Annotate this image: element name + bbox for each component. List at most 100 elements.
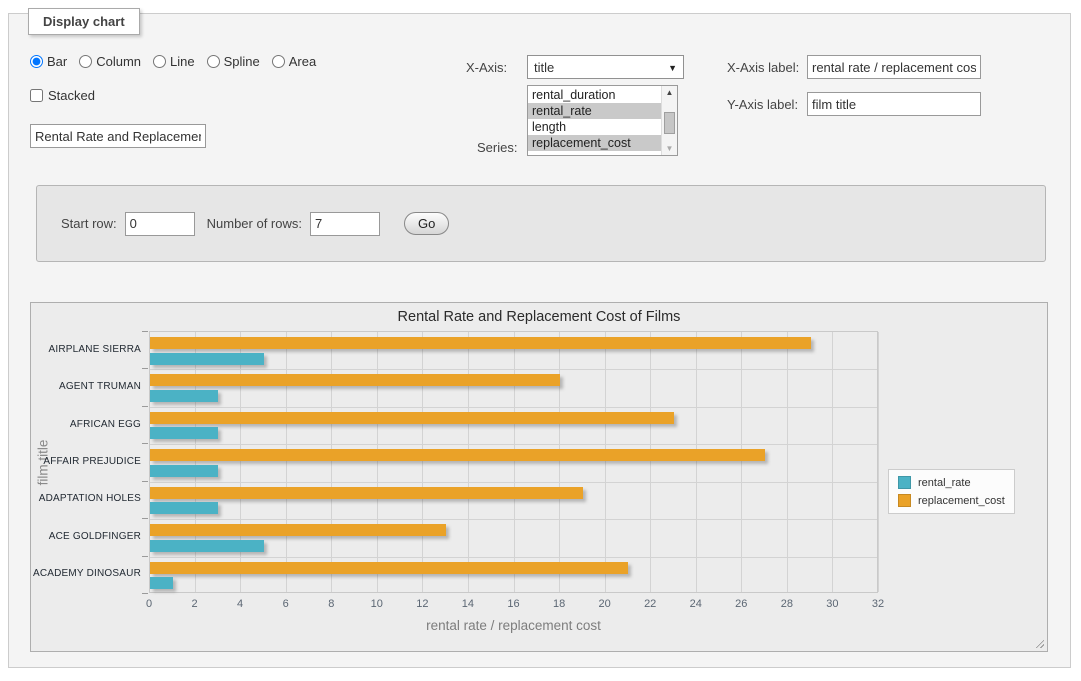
- chart-type-option-column[interactable]: Column: [79, 54, 141, 69]
- chart-type-radio-spline[interactable]: [207, 55, 220, 68]
- x-tick-label: 4: [220, 598, 260, 610]
- chart-type-option-label: Line: [170, 54, 195, 69]
- gridline: [150, 444, 877, 445]
- axis-tick: [142, 481, 148, 482]
- chart-type-radio-area[interactable]: [272, 55, 285, 68]
- stacked-checkbox[interactable]: [30, 89, 43, 102]
- x-tick-label: 24: [676, 598, 716, 610]
- chart-type-option-line[interactable]: Line: [153, 54, 195, 69]
- category-label: ADAPTATION HOLES: [31, 493, 141, 504]
- gridline: [468, 332, 469, 592]
- x-tick-label: 0: [129, 598, 169, 610]
- gridline: [150, 407, 877, 408]
- y-axis-label-input[interactable]: [807, 92, 981, 116]
- x-axis-selected-value: title: [534, 60, 554, 75]
- x-tick-label: 26: [721, 598, 761, 610]
- resize-grip-icon[interactable]: [1033, 637, 1044, 648]
- gridline: [832, 332, 833, 592]
- gridline: [878, 332, 879, 592]
- stacked-option[interactable]: Stacked: [30, 88, 95, 103]
- x-tick-label: 2: [175, 598, 215, 610]
- scroll-up-icon[interactable]: ▲: [662, 88, 677, 97]
- category-label: AIRPLANE SIERRA: [31, 344, 141, 355]
- chart-type-radio-line[interactable]: [153, 55, 166, 68]
- x-tick-label: 16: [494, 598, 534, 610]
- gridline: [422, 332, 423, 592]
- series-scrollbar[interactable]: ▲ ▼: [661, 86, 677, 155]
- x-tick-label: 30: [812, 598, 852, 610]
- chart-type-option-label: Spline: [224, 54, 260, 69]
- bar-rental_rate: [150, 390, 218, 402]
- bar-rental_rate: [150, 540, 264, 552]
- chart-type-radiogroup: Bar Column Line Spline Area: [30, 54, 324, 69]
- axis-tick: [142, 331, 148, 332]
- x-axis-select-label: X-Axis:: [466, 60, 507, 75]
- start-row-input[interactable]: [125, 212, 195, 236]
- category-label: ACADEMY DINOSAUR: [31, 568, 141, 579]
- panel-legend: Display chart: [28, 8, 140, 35]
- bar-replacement_cost: [150, 487, 583, 499]
- chart-type-option-label: Area: [289, 54, 316, 69]
- go-button[interactable]: Go: [404, 212, 449, 235]
- x-tick-label: 12: [402, 598, 442, 610]
- display-chart-page: Display chart Bar Column Line Spline Area St…: [0, 0, 1081, 681]
- chart-container: Rental Rate and Replacement Cost of Film…: [30, 302, 1048, 652]
- gridline: [605, 332, 606, 592]
- chart-type-option-spline[interactable]: Spline: [207, 54, 260, 69]
- bar-rental_rate: [150, 353, 264, 365]
- num-rows-input[interactable]: [310, 212, 380, 236]
- x-axis-select[interactable]: title ▼: [527, 55, 684, 79]
- chart-type-option-bar[interactable]: Bar: [30, 54, 67, 69]
- legend-item-rental_rate: rental_rate: [898, 476, 1005, 489]
- series-option-length[interactable]: length: [528, 119, 661, 135]
- gridline: [331, 332, 332, 592]
- legend-label: rental_rate: [918, 477, 971, 489]
- legend-swatch: [898, 494, 911, 507]
- gridline: [741, 332, 742, 592]
- gridline: [787, 332, 788, 592]
- series-option-rental_rate[interactable]: rental_rate: [528, 103, 661, 119]
- bar-rental_rate: [150, 502, 218, 514]
- start-row-label: Start row:: [61, 216, 117, 231]
- scrollbar-thumb[interactable]: [664, 112, 675, 134]
- gridline: [650, 332, 651, 592]
- row-range-box: Start row: Number of rows: Go: [36, 185, 1046, 262]
- axis-tick: [142, 518, 148, 519]
- x-tick-label: 14: [448, 598, 488, 610]
- plot-area: [149, 331, 878, 593]
- chart-x-axis-title: rental rate / replacement cost: [149, 618, 878, 633]
- category-label: AGENT TRUMAN: [31, 381, 141, 392]
- stacked-label: Stacked: [48, 88, 95, 103]
- x-tick-label: 28: [767, 598, 807, 610]
- gridline: [514, 332, 515, 592]
- bar-replacement_cost: [150, 374, 560, 386]
- chart-type-option-area[interactable]: Area: [272, 54, 316, 69]
- bar-rental_rate: [150, 577, 173, 589]
- chart-title: Rental Rate and Replacement Cost of Film…: [31, 309, 1047, 325]
- bar-replacement_cost: [150, 449, 765, 461]
- gridline: [240, 332, 241, 592]
- x-axis-label-input[interactable]: [807, 55, 981, 79]
- series-option-replacement_cost[interactable]: replacement_cost: [528, 135, 661, 151]
- chart-type-option-label: Bar: [47, 54, 67, 69]
- series-options: rental_durationrental_ratelengthreplacem…: [528, 87, 661, 151]
- axis-tick: [142, 593, 148, 594]
- axis-tick: [142, 443, 148, 444]
- chart-title-input[interactable]: [30, 124, 206, 148]
- bar-replacement_cost: [150, 337, 811, 349]
- series-listbox[interactable]: rental_durationrental_ratelengthreplacem…: [527, 85, 678, 156]
- axis-tick: [142, 556, 148, 557]
- category-label: AFFAIR PREJUDICE: [31, 456, 141, 467]
- scroll-down-icon[interactable]: ▼: [662, 144, 677, 153]
- bar-rental_rate: [150, 427, 218, 439]
- chart-type-radio-bar[interactable]: [30, 55, 43, 68]
- x-tick-label: 32: [858, 598, 898, 610]
- chart-type-radio-column[interactable]: [79, 55, 92, 68]
- gridline: [696, 332, 697, 592]
- series-option-rental_duration[interactable]: rental_duration: [528, 87, 661, 103]
- gridline: [195, 332, 196, 592]
- gridline: [150, 557, 877, 558]
- chart-type-option-label: Column: [96, 54, 141, 69]
- x-tick-label: 18: [539, 598, 579, 610]
- chevron-down-icon: ▼: [668, 63, 677, 73]
